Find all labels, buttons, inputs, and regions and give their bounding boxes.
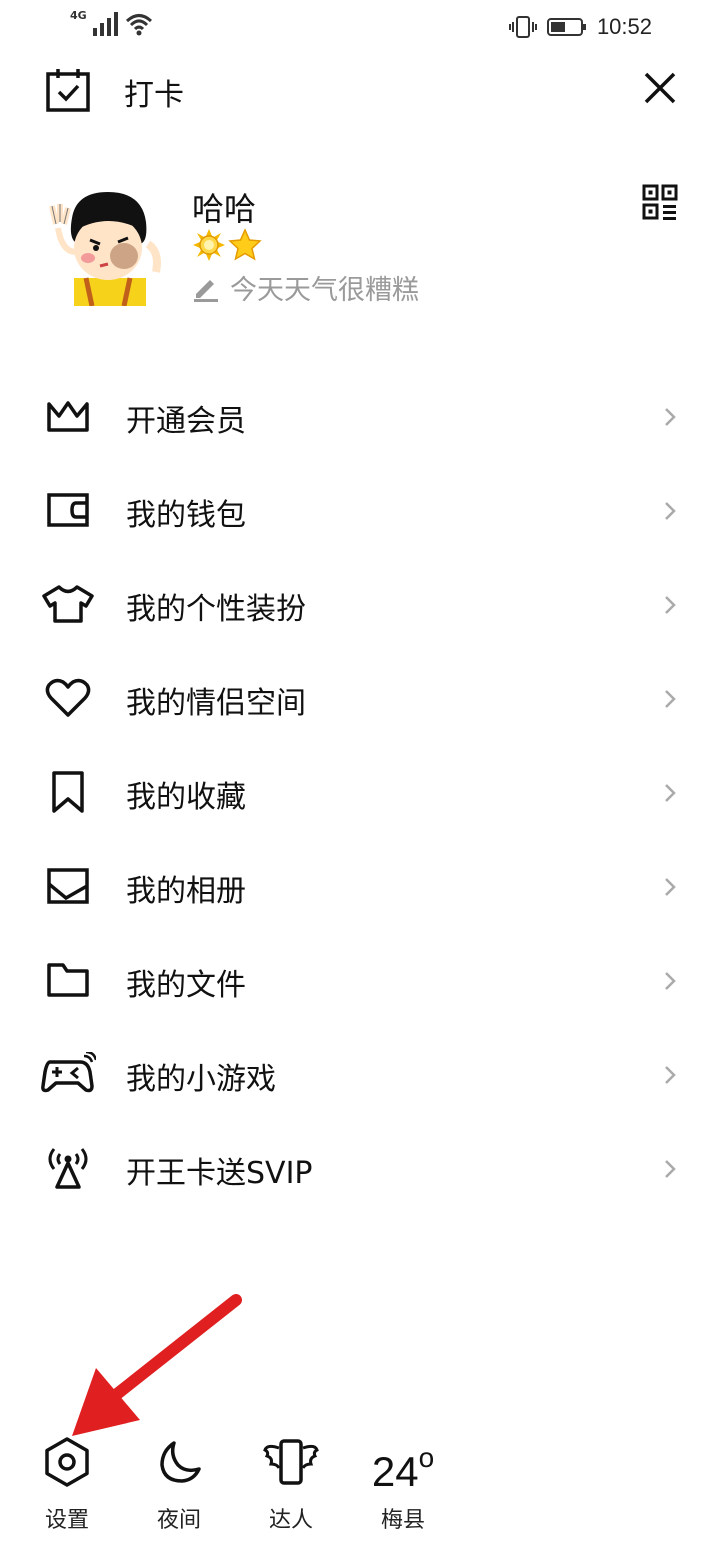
chevron-right-icon [665, 690, 676, 708]
status-right: 10:52 [508, 14, 652, 40]
calendar-check-icon[interactable] [44, 66, 92, 114]
battery-icon [546, 18, 586, 36]
temperature-value: 24 [371, 1448, 419, 1495]
drawer-header: 打卡 [0, 60, 720, 120]
gamepad-icon [40, 1050, 96, 1098]
chevron-right-icon [665, 878, 676, 896]
menu-item-label: 我的文件 [126, 968, 246, 1003]
menu-item-label: 开王卡送SVIP [126, 1156, 313, 1191]
heart-icon [40, 674, 96, 722]
signature-text: 今天天气很糟糕 [230, 275, 419, 306]
settings-icon [17, 1430, 117, 1494]
temperature: 24o [353, 1430, 453, 1495]
menu-item-files[interactable]: 我的文件 [0, 934, 720, 1028]
network-type: 4G [70, 9, 87, 22]
qr-code-icon[interactable] [642, 184, 678, 220]
menu-item-label: 我的钱包 [126, 498, 246, 533]
settings-button[interactable]: 设置 [17, 1430, 117, 1534]
profile-card: 哈哈 今天天气很糟糕 [0, 170, 720, 330]
image-icon [40, 862, 96, 910]
wifi-icon [125, 14, 152, 36]
expert-button[interactable]: 达人 [241, 1430, 341, 1534]
chevron-right-icon [665, 1066, 676, 1084]
antenna-icon [40, 1144, 96, 1192]
bottom-bar: 设置 夜间 达人 24o 梅县 [0, 1430, 720, 1540]
expert-label: 达人 [268, 1508, 313, 1533]
menu-item-label: 我的个性装扮 [126, 592, 306, 627]
night-mode-button[interactable]: 夜间 [129, 1430, 229, 1534]
folder-icon [40, 956, 96, 1004]
bookmark-icon [40, 768, 96, 816]
menu-item-wallet[interactable]: 我的钱包 [0, 464, 720, 558]
status-bar: 4G 10:52 [0, 0, 720, 56]
weather-widget[interactable]: 24o 梅县 [353, 1430, 453, 1534]
chevron-right-icon [665, 1160, 676, 1178]
menu-item-couple-space[interactable]: 我的情侣空间 [0, 652, 720, 746]
signal-icon [92, 12, 118, 36]
crown-icon [40, 392, 96, 440]
settings-label: 设置 [44, 1508, 89, 1533]
wallet-icon [40, 486, 96, 534]
chevron-right-icon [665, 502, 676, 520]
menu-item-vip[interactable]: 开通会员 [0, 370, 720, 464]
menu-item-album[interactable]: 我的相册 [0, 840, 720, 934]
chevron-right-icon [665, 972, 676, 990]
clock: 10:52 [596, 14, 652, 39]
menu-item-label: 开通会员 [126, 404, 246, 439]
sun-badge-icon [193, 229, 225, 261]
menu-item-personalize[interactable]: 我的个性装扮 [0, 558, 720, 652]
vibrate-icon [508, 16, 537, 38]
menu-item-label: 我的小游戏 [126, 1062, 276, 1097]
menu-item-label: 我的情侣空间 [126, 686, 306, 721]
username: 哈哈 [192, 190, 257, 228]
star-badge-icon [228, 228, 262, 261]
menu-item-label: 我的收藏 [126, 780, 246, 815]
level-badges[interactable] [192, 228, 262, 262]
chevron-right-icon [665, 408, 676, 426]
chevron-right-icon [665, 784, 676, 802]
chevron-right-icon [665, 596, 676, 614]
tshirt-icon [40, 580, 96, 628]
checkin-label[interactable]: 打卡 [124, 70, 184, 114]
night-mode-label: 夜间 [156, 1508, 201, 1533]
winged-phone-icon [241, 1430, 341, 1494]
degree-symbol: o [418, 1442, 435, 1473]
menu-item-label: 我的相册 [126, 874, 246, 909]
close-icon[interactable] [640, 68, 680, 108]
signature-row[interactable]: 今天天气很糟糕 [192, 268, 419, 307]
menu-item-mini-games[interactable]: 我的小游戏 [0, 1028, 720, 1122]
signal-area: 4G [70, 9, 153, 36]
menu-item-king-card[interactable]: 开王卡送SVIP [0, 1122, 720, 1216]
drawer-menu: 开通会员 我的钱包 我的个性装扮 我的情侣空间 我的收藏 我的相册 我的文件 我… [0, 370, 720, 1216]
avatar[interactable] [48, 182, 168, 307]
moon-icon [129, 1430, 229, 1494]
pencil-icon [194, 279, 218, 302]
qr-code-button[interactable] [642, 184, 678, 220]
close-button[interactable] [640, 68, 680, 108]
city-label: 梅县 [380, 1508, 425, 1533]
menu-item-favorites[interactable]: 我的收藏 [0, 746, 720, 840]
